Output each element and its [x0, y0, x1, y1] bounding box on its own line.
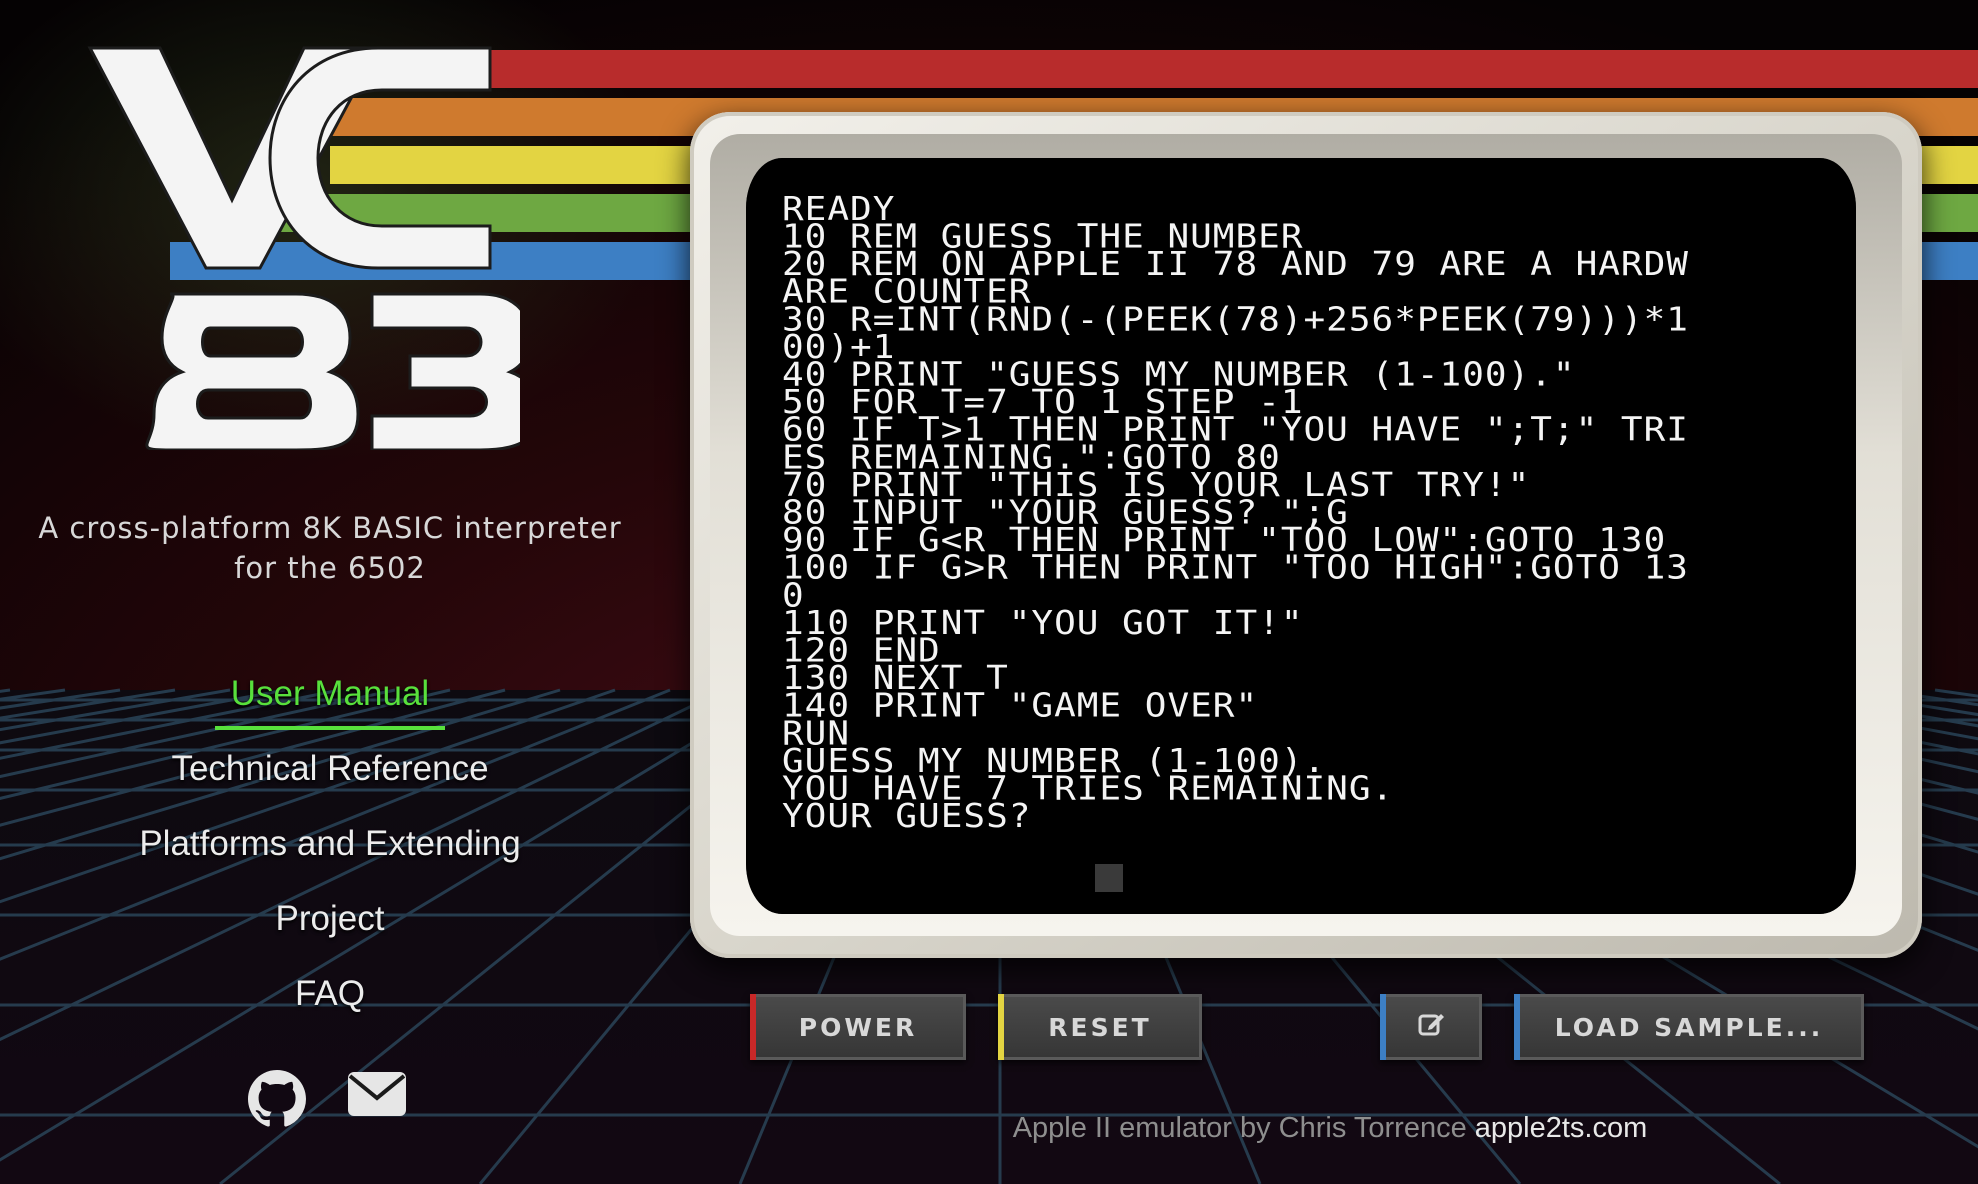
main-nav: User Manual Technical Reference Platform…	[30, 670, 630, 1045]
tagline-line-1: A cross-platform 8K BASIC interpreter	[38, 511, 622, 545]
terminal-cursor	[1095, 864, 1123, 892]
nav-platforms-and-extending[interactable]: Platforms and Extending	[139, 820, 520, 895]
social-links	[248, 1070, 408, 1133]
nav-project[interactable]: Project	[276, 895, 385, 970]
terminal-line: 100 IF G>R THEN PRINT "TOO HIGH":GOTO 13	[782, 549, 1689, 587]
reset-label: RESET	[1048, 1012, 1152, 1042]
edit-icon	[1417, 1010, 1445, 1044]
terminal-line: 140 PRINT "GAME OVER"	[782, 687, 1259, 725]
load-sample-label: LOAD SAMPLE...	[1554, 1012, 1824, 1042]
vc83-logo	[87, 46, 520, 450]
emulator-screen[interactable]: READY 10 REM GUESS THE NUMBER 20 REM ON AP…	[746, 158, 1856, 914]
emulator-credit: Apple II emulator by Chris Torrence appl…	[900, 1112, 1760, 1145]
edit-button[interactable]	[1380, 994, 1482, 1060]
tagline: A cross-platform 8K BASIC interpreter fo…	[30, 508, 630, 588]
envelope-icon[interactable]	[346, 1070, 408, 1133]
monitor-bezel: READY 10 REM GUESS THE NUMBER 20 REM ON AP…	[690, 112, 1922, 958]
tagline-line-2: for the 6502	[234, 551, 426, 585]
edit-stripe	[1380, 994, 1386, 1060]
power-button[interactable]: POWER	[750, 994, 966, 1060]
reset-button[interactable]: RESET	[998, 994, 1202, 1060]
github-icon[interactable]	[248, 1070, 306, 1133]
load-sample-button[interactable]: LOAD SAMPLE...	[1514, 994, 1864, 1060]
credit-text: Apple II emulator by Chris Torrence	[1012, 1112, 1467, 1144]
nav-user-manual[interactable]: User Manual	[214, 670, 446, 730]
reset-stripe	[998, 994, 1004, 1060]
nav-faq[interactable]: FAQ	[295, 970, 365, 1045]
terminal-line: 30 R=INT(RND(-(PEEK(78)+256*PEEK(79)))*1	[782, 300, 1689, 339]
load-sample-stripe	[1514, 994, 1520, 1060]
nav-technical-reference[interactable]: Technical Reference	[171, 745, 488, 820]
power-stripe	[750, 994, 756, 1060]
credit-link[interactable]: apple2ts.com	[1475, 1112, 1648, 1144]
power-label: POWER	[798, 1012, 918, 1042]
terminal-output: READY 10 REM GUESS THE NUMBER 20 REM ON AP…	[782, 193, 1832, 833]
